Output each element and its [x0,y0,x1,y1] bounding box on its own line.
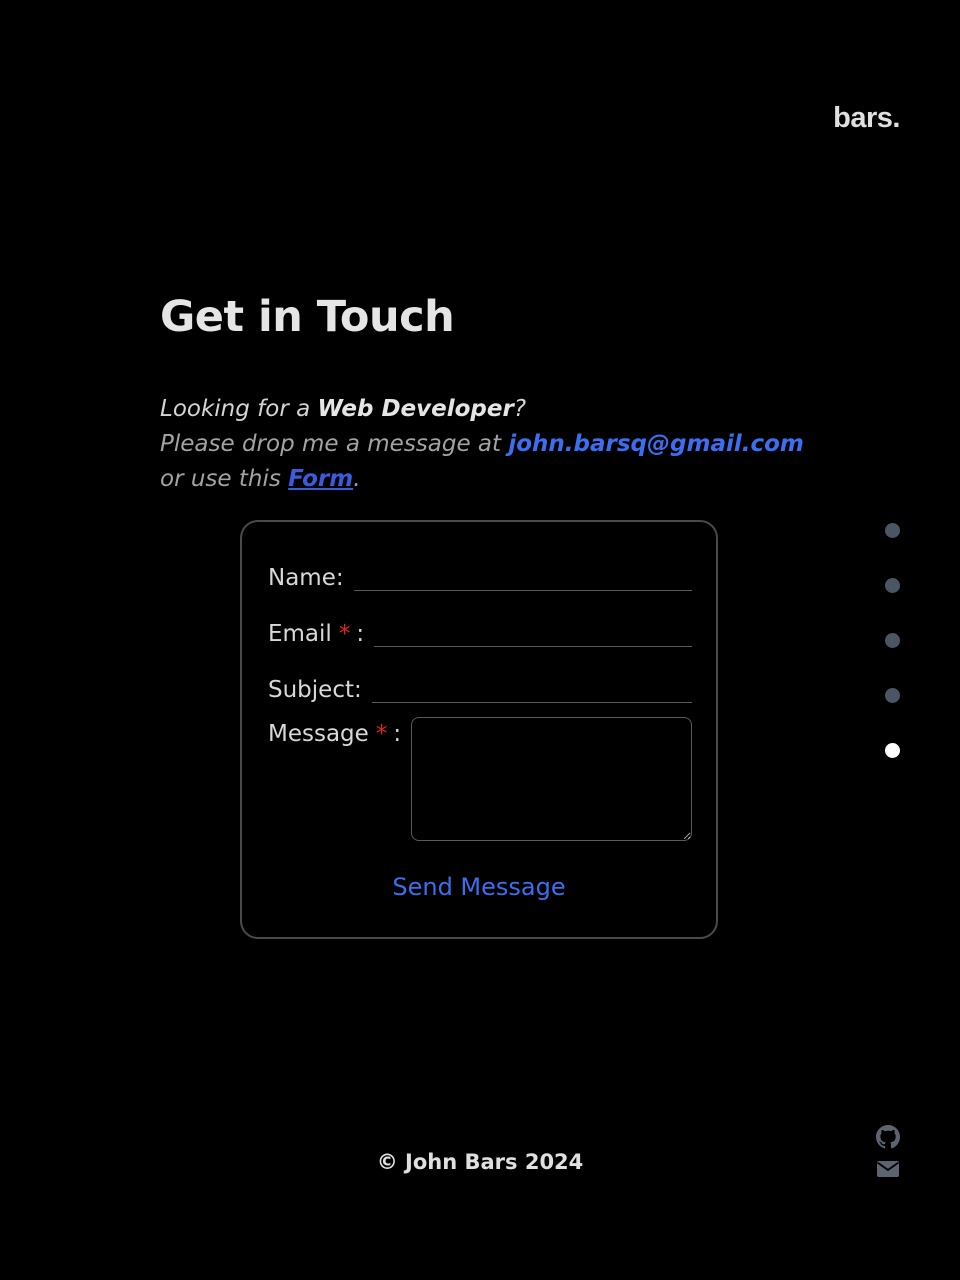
intro-text: Looking for a Web Developer? Please drop… [160,392,804,497]
required-mark: * [375,721,388,747]
intro-line-2: Please drop me a message at john.barsq@g… [160,427,804,462]
email-label: Email [268,621,332,647]
mail-icon [876,1161,900,1177]
footer-copyright: © John Bars 2024 [376,1150,584,1174]
social-links [876,1125,900,1189]
intro-line-2-prefix: Please drop me a message at [160,431,509,457]
intro-line-1: Looking for a Web Developer? [160,392,804,427]
intro-line-1-suffix: ? [513,396,527,422]
email-social-link[interactable] [876,1157,900,1181]
github-link[interactable] [876,1125,900,1149]
page-title: Get in Touch [160,292,455,342]
email-colon: : [356,621,365,647]
intro-line-3-prefix: or use this [160,466,289,492]
name-row: Name: [268,558,692,591]
intro-line-3-suffix: . [353,466,361,492]
form-link[interactable]: Form [288,466,353,492]
name-input[interactable] [353,558,692,591]
message-label: Message [268,721,369,747]
subject-label: Subject: [268,677,362,703]
logo[interactable]: bars. [833,102,900,135]
github-icon [876,1125,900,1149]
message-label-group: Message *: [268,721,401,747]
required-mark: * [338,621,351,647]
send-message-button[interactable]: Send Message [242,872,716,902]
section-dot-5-active[interactable] [885,743,900,758]
subject-row: Subject: [268,670,692,703]
section-dot-3[interactable] [885,633,900,648]
section-dot-1[interactable] [885,523,900,538]
contact-form: Name: Email *: Subject: Message *: Send Me… [240,520,718,939]
email-link[interactable]: john.barsq@gmail.com [508,431,804,457]
name-label: Name: [268,565,344,591]
section-dot-4[interactable] [885,688,900,703]
message-row: Message *: [268,717,692,841]
email-row: Email *: [268,614,692,647]
message-colon: : [393,721,402,747]
section-nav [885,523,900,798]
email-input[interactable] [374,614,692,647]
subject-input[interactable] [371,670,692,703]
intro-line-1-prefix: Looking for a [160,396,318,422]
intro-role: Web Developer [317,396,514,422]
email-label-group: Email *: [268,621,364,647]
intro-line-3: or use this Form. [160,462,804,497]
section-dot-2[interactable] [885,578,900,593]
message-textarea[interactable] [411,717,692,841]
